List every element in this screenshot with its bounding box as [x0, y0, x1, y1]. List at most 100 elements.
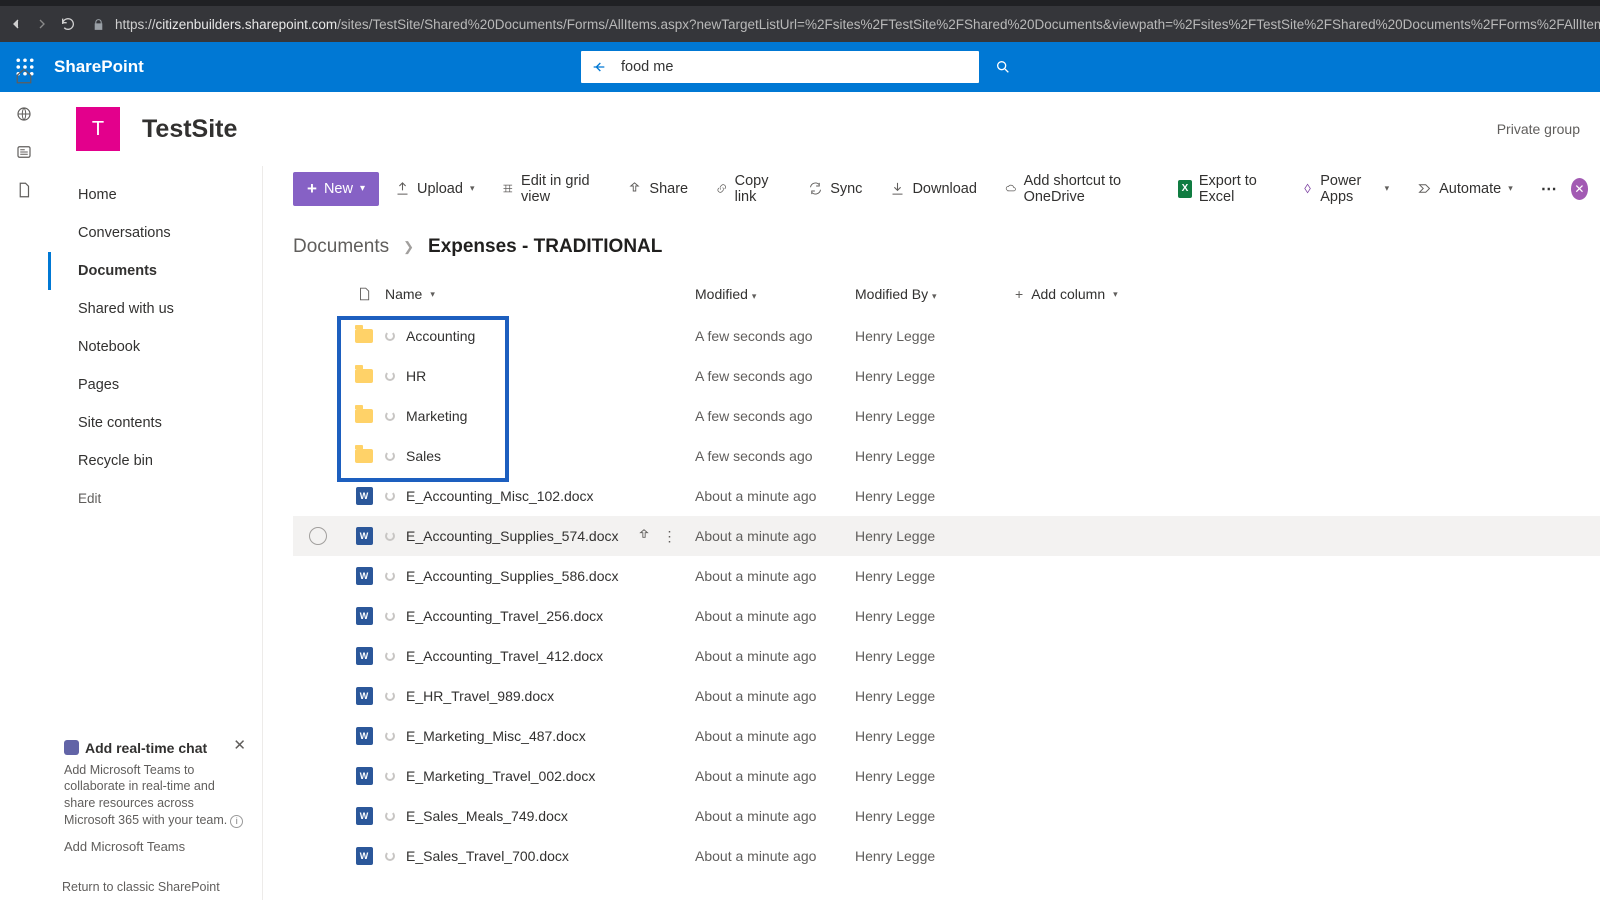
- table-row[interactable]: E_HR_Travel_989.docxAbout a minute agoHe…: [293, 676, 1600, 716]
- sidebar-item-home[interactable]: Home: [48, 176, 262, 214]
- item-name[interactable]: E_Accounting_Misc_102.docx: [406, 488, 594, 504]
- news-icon[interactable]: [15, 143, 33, 161]
- sidebar-item-pages[interactable]: Pages: [48, 366, 262, 404]
- edit-grid-button[interactable]: Edit in grid view: [490, 172, 611, 206]
- close-icon[interactable]: ✕: [233, 736, 246, 754]
- item-modified-by[interactable]: Henry Legge: [855, 848, 1015, 864]
- row-select-toggle[interactable]: [309, 527, 327, 545]
- item-name[interactable]: HR: [406, 368, 426, 384]
- add-shortcut-button[interactable]: Add shortcut to OneDrive: [993, 172, 1162, 206]
- sidebar-item-shared-with-us[interactable]: Shared with us: [48, 290, 262, 328]
- item-modified-by[interactable]: Henry Legge: [855, 808, 1015, 824]
- sidebar-item-recycle-bin[interactable]: Recycle bin: [48, 442, 262, 480]
- upload-button[interactable]: Upload ▾: [383, 172, 486, 206]
- item-modified-by[interactable]: Henry Legge: [855, 608, 1015, 624]
- browser-back-button[interactable]: [8, 14, 24, 34]
- word-doc-icon: [356, 767, 373, 785]
- power-apps-button[interactable]: Power Apps ▾: [1290, 172, 1401, 206]
- table-row[interactable]: E_Sales_Travel_700.docxAbout a minute ag…: [293, 836, 1600, 876]
- item-modified-by[interactable]: Henry Legge: [855, 648, 1015, 664]
- sidebar-edit-link[interactable]: Edit: [48, 480, 262, 517]
- download-button[interactable]: Download: [878, 172, 989, 206]
- item-modified-by[interactable]: Henry Legge: [855, 688, 1015, 704]
- item-name[interactable]: E_Accounting_Travel_412.docx: [406, 648, 603, 664]
- item-modified-by[interactable]: Henry Legge: [855, 448, 1015, 464]
- item-name[interactable]: E_Sales_Meals_749.docx: [406, 808, 568, 824]
- table-row[interactable]: E_Accounting_Travel_412.docx About a minu…: [293, 636, 1600, 676]
- row-share-icon[interactable]: [637, 528, 651, 545]
- item-name[interactable]: Accounting: [406, 328, 475, 344]
- close-panel-button[interactable]: ✕: [1571, 178, 1588, 200]
- automate-button[interactable]: Automate ▾: [1405, 172, 1525, 206]
- site-logo[interactable]: T: [76, 107, 120, 151]
- browser-reload-button[interactable]: [60, 14, 76, 34]
- teams-card-link[interactable]: Add Microsoft Teams: [64, 839, 246, 854]
- classic-sharepoint-link[interactable]: Return to classic SharePoint: [62, 880, 220, 894]
- item-modified-by[interactable]: Henry Legge: [855, 528, 1015, 544]
- browser-toolbar: https://citizenbuilders.sharepoint.com/s…: [0, 6, 1600, 42]
- table-row[interactable]: AccountingA few seconds agoHenry Legge: [293, 316, 1600, 356]
- item-name[interactable]: E_Marketing_Misc_487.docx: [406, 728, 586, 744]
- new-button[interactable]: + New ▾: [293, 172, 379, 206]
- item-name[interactable]: E_Accounting_Supplies_574.docx: [406, 528, 619, 544]
- export-excel-button[interactable]: Export to Excel: [1166, 172, 1286, 206]
- sidebar-item-conversations[interactable]: Conversations: [48, 214, 262, 252]
- file-type-column-icon[interactable]: [343, 286, 385, 302]
- search-input[interactable]: [613, 59, 969, 75]
- item-modified-by[interactable]: Henry Legge: [855, 328, 1015, 344]
- sidebar-item-site-contents[interactable]: Site contents: [48, 404, 262, 442]
- table-row[interactable]: E_Sales_Meals_749.docxAbout a minute ago…: [293, 796, 1600, 836]
- table-row[interactable]: SalesA few seconds agoHenry Legge: [293, 436, 1600, 476]
- download-icon: [890, 181, 905, 196]
- column-name[interactable]: Name▾: [385, 286, 695, 302]
- search-box[interactable]: [580, 50, 980, 84]
- share-label: Share: [649, 181, 688, 197]
- item-modified-by[interactable]: Henry Legge: [855, 768, 1015, 784]
- sidebar-item-notebook[interactable]: Notebook: [48, 328, 262, 366]
- site-name[interactable]: TestSite: [142, 115, 237, 144]
- column-modified[interactable]: Modified ▾: [695, 286, 855, 302]
- item-modified-by[interactable]: Henry Legge: [855, 728, 1015, 744]
- column-modified-by[interactable]: Modified By ▾: [855, 286, 1015, 302]
- more-commands-button[interactable]: ⋯: [1533, 179, 1567, 199]
- item-modified-by[interactable]: Henry Legge: [855, 488, 1015, 504]
- item-modified-by[interactable]: Henry Legge: [855, 568, 1015, 584]
- home-icon[interactable]: [15, 67, 33, 85]
- table-row[interactable]: E_Marketing_Misc_487.docxAbout a minute …: [293, 716, 1600, 756]
- table-row[interactable]: E_Accounting_Supplies_586.docxAbout a mi…: [293, 556, 1600, 596]
- item-name[interactable]: E_Accounting_Travel_256.docx: [406, 608, 603, 624]
- item-modified-by[interactable]: Henry Legge: [855, 408, 1015, 424]
- item-name[interactable]: E_Sales_Travel_700.docx: [406, 848, 569, 864]
- add-column-button[interactable]: + Add column ▾: [1015, 286, 1155, 302]
- copy-link-button[interactable]: Copy link: [704, 172, 792, 206]
- search-back-icon[interactable]: [591, 59, 613, 75]
- sidebar-item-documents[interactable]: Documents: [48, 252, 262, 290]
- table-row[interactable]: E_Accounting_Travel_256.docxAbout a minu…: [293, 596, 1600, 636]
- browser-forward-button[interactable]: [34, 14, 50, 34]
- item-name[interactable]: E_HR_Travel_989.docx: [406, 688, 554, 704]
- browser-address-bar[interactable]: https://citizenbuilders.sharepoint.com/s…: [86, 17, 1600, 32]
- item-name[interactable]: E_Marketing_Travel_002.docx: [406, 768, 595, 784]
- row-more-icon[interactable]: ⋮: [663, 528, 677, 545]
- item-modified-by[interactable]: Henry Legge: [855, 368, 1015, 384]
- table-row[interactable]: MarketingA few seconds agoHenry Legge: [293, 396, 1600, 436]
- folder-icon: [355, 369, 373, 383]
- suite-title[interactable]: SharePoint: [50, 57, 144, 77]
- side-nav: HomeConversationsDocumentsShared with us…: [48, 166, 263, 900]
- search-submit-button[interactable]: [986, 50, 1020, 84]
- powerapps-icon: [1302, 181, 1313, 196]
- item-name[interactable]: Marketing: [406, 408, 467, 424]
- item-name[interactable]: E_Accounting_Supplies_586.docx: [406, 568, 619, 584]
- sync-button[interactable]: Sync: [796, 172, 874, 206]
- info-icon[interactable]: i: [230, 815, 243, 828]
- table-row[interactable]: E_Accounting_Misc_102.docxAbout a minute…: [293, 476, 1600, 516]
- table-row[interactable]: E_Marketing_Travel_002.docxAbout a minut…: [293, 756, 1600, 796]
- item-modified: About a minute ago: [695, 648, 855, 664]
- globe-icon[interactable]: [15, 105, 33, 123]
- share-button[interactable]: Share: [615, 172, 700, 206]
- table-row[interactable]: E_Accounting_Supplies_574.docx⋮About a m…: [293, 516, 1600, 556]
- breadcrumb-root[interactable]: Documents: [293, 236, 389, 258]
- onedrive-icon: [1005, 181, 1017, 196]
- item-name[interactable]: Sales: [406, 448, 441, 464]
- table-row[interactable]: HRA few seconds agoHenry Legge: [293, 356, 1600, 396]
